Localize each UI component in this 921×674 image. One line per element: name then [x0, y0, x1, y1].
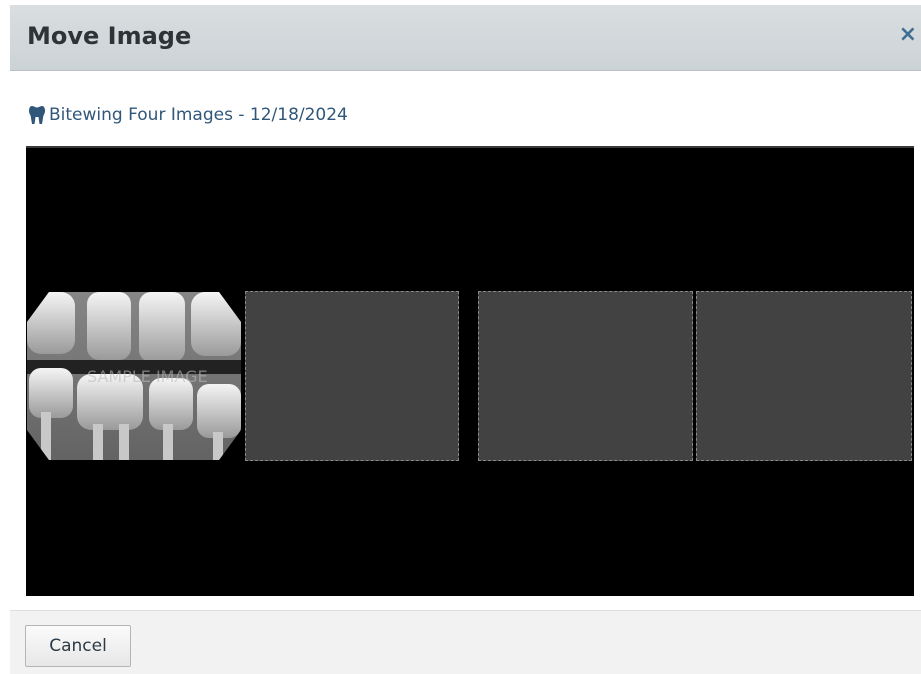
xray-image[interactable]: SAMPLE IMAGE — [27, 292, 241, 460]
empty-image-slot[interactable] — [245, 291, 459, 461]
empty-image-slot[interactable] — [696, 291, 912, 461]
close-button[interactable]: × — [899, 24, 917, 46]
cancel-button[interactable]: Cancel — [25, 625, 131, 667]
study-label: Bitewing Four Images - 12/18/2024 — [49, 105, 348, 125]
study-title[interactable]: Bitewing Four Images - 12/18/2024 — [29, 104, 348, 126]
dialog-footer: Cancel — [10, 610, 921, 674]
empty-image-slot[interactable] — [478, 291, 693, 461]
dialog-header: Move Image × — [10, 5, 921, 71]
watermark-text: SAMPLE IMAGE — [87, 367, 208, 386]
tooth-icon — [29, 106, 45, 124]
image-area: SAMPLE IMAGE — [26, 146, 914, 596]
dialog-title: Move Image — [27, 22, 192, 50]
